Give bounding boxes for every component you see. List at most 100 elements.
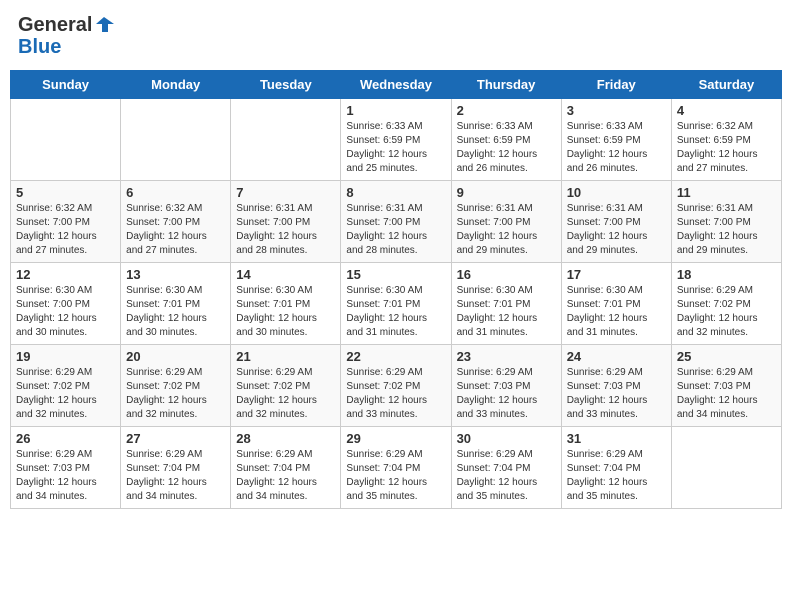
day-number: 2 — [457, 103, 556, 118]
day-info: Sunrise: 6:29 AM Sunset: 7:04 PM Dayligh… — [236, 448, 335, 504]
calendar-cell: 2 Sunrise: 6:33 AM Sunset: 6:59 PM Daylig… — [451, 99, 561, 181]
day-number: 1 — [346, 103, 445, 118]
calendar-cell: 17 Sunrise: 6:30 AM Sunset: 7:01 PM Dayli… — [561, 263, 671, 345]
weekday-header-saturday: Saturday — [671, 71, 781, 99]
day-number: 31 — [567, 431, 666, 446]
day-info: Sunrise: 6:33 AM Sunset: 6:59 PM Dayligh… — [457, 120, 556, 176]
logo-general: General — [18, 14, 92, 36]
day-info: Sunrise: 6:31 AM Sunset: 7:00 PM Dayligh… — [236, 202, 335, 258]
calendar-cell — [231, 99, 341, 181]
day-number: 20 — [126, 349, 225, 364]
day-info: Sunrise: 6:29 AM Sunset: 7:04 PM Dayligh… — [346, 448, 445, 504]
calendar-cell: 8 Sunrise: 6:31 AM Sunset: 7:00 PM Daylig… — [341, 181, 451, 263]
calendar-cell: 1 Sunrise: 6:33 AM Sunset: 6:59 PM Daylig… — [341, 99, 451, 181]
day-number: 5 — [16, 185, 115, 200]
calendar-cell: 15 Sunrise: 6:30 AM Sunset: 7:01 PM Dayli… — [341, 263, 451, 345]
day-number: 8 — [346, 185, 445, 200]
weekday-header-wednesday: Wednesday — [341, 71, 451, 99]
logo-text: General Blue — [18, 14, 116, 58]
day-info: Sunrise: 6:29 AM Sunset: 7:02 PM Dayligh… — [677, 284, 776, 340]
weekday-header-thursday: Thursday — [451, 71, 561, 99]
calendar-cell: 20 Sunrise: 6:29 AM Sunset: 7:02 PM Dayli… — [121, 345, 231, 427]
day-info: Sunrise: 6:33 AM Sunset: 6:59 PM Dayligh… — [346, 120, 445, 176]
calendar-cell: 25 Sunrise: 6:29 AM Sunset: 7:03 PM Dayli… — [671, 345, 781, 427]
day-info: Sunrise: 6:29 AM Sunset: 7:03 PM Dayligh… — [677, 366, 776, 422]
calendar-cell — [121, 99, 231, 181]
day-number: 14 — [236, 267, 335, 282]
day-number: 15 — [346, 267, 445, 282]
calendar-cell: 11 Sunrise: 6:31 AM Sunset: 7:00 PM Dayli… — [671, 181, 781, 263]
day-info: Sunrise: 6:29 AM Sunset: 7:02 PM Dayligh… — [16, 366, 115, 422]
calendar-cell: 10Sunrise: 6:31 AM Sunset: 7:00 PM Dayli… — [561, 181, 671, 263]
logo-blue: Blue — [18, 36, 61, 58]
calendar-cell: 27 Sunrise: 6:29 AM Sunset: 7:04 PM Dayli… — [121, 427, 231, 509]
calendar-cell: 14 Sunrise: 6:30 AM Sunset: 7:01 PM Dayli… — [231, 263, 341, 345]
day-info: Sunrise: 6:32 AM Sunset: 7:00 PM Dayligh… — [126, 202, 225, 258]
calendar-cell — [671, 427, 781, 509]
calendar-cell: 28 Sunrise: 6:29 AM Sunset: 7:04 PM Dayli… — [231, 427, 341, 509]
weekday-header-friday: Friday — [561, 71, 671, 99]
calendar-cell: 13 Sunrise: 6:30 AM Sunset: 7:01 PM Dayli… — [121, 263, 231, 345]
calendar-week-row: 1 Sunrise: 6:33 AM Sunset: 6:59 PM Daylig… — [11, 99, 782, 181]
calendar-week-row: 26 Sunrise: 6:29 AM Sunset: 7:03 PM Dayli… — [11, 427, 782, 509]
day-info: Sunrise: 6:31 AM Sunset: 7:00 PM Dayligh… — [567, 202, 666, 258]
day-info: Sunrise: 6:29 AM Sunset: 7:03 PM Dayligh… — [16, 448, 115, 504]
calendar-cell: 30 Sunrise: 6:29 AM Sunset: 7:04 PM Dayli… — [451, 427, 561, 509]
calendar-cell: 26 Sunrise: 6:29 AM Sunset: 7:03 PM Dayli… — [11, 427, 121, 509]
day-info: Sunrise: 6:31 AM Sunset: 7:00 PM Dayligh… — [346, 202, 445, 258]
calendar-cell: 24 Sunrise: 6:29 AM Sunset: 7:03 PM Dayli… — [561, 345, 671, 427]
day-number: 17 — [567, 267, 666, 282]
day-info: Sunrise: 6:29 AM Sunset: 7:04 PM Dayligh… — [567, 448, 666, 504]
page-header: General Blue — [10, 10, 782, 62]
day-info: Sunrise: 6:30 AM Sunset: 7:01 PM Dayligh… — [126, 284, 225, 340]
day-info: Sunrise: 6:30 AM Sunset: 7:01 PM Dayligh… — [346, 284, 445, 340]
calendar-cell: 22Sunrise: 6:29 AM Sunset: 7:02 PM Dayli… — [341, 345, 451, 427]
day-info: Sunrise: 6:32 AM Sunset: 7:00 PM Dayligh… — [16, 202, 115, 258]
calendar-cell: 9Sunrise: 6:31 AM Sunset: 7:00 PM Daylig… — [451, 181, 561, 263]
weekday-header-tuesday: Tuesday — [231, 71, 341, 99]
calendar-cell: 12 Sunrise: 6:30 AM Sunset: 7:00 PM Dayli… — [11, 263, 121, 345]
day-number: 30 — [457, 431, 556, 446]
day-info: Sunrise: 6:30 AM Sunset: 7:00 PM Dayligh… — [16, 284, 115, 340]
calendar-cell: 19Sunrise: 6:29 AM Sunset: 7:02 PM Dayli… — [11, 345, 121, 427]
calendar-table: SundayMondayTuesdayWednesdayThursdayFrid… — [10, 70, 782, 509]
day-number: 26 — [16, 431, 115, 446]
day-number: 22 — [346, 349, 445, 364]
weekday-header-monday: Monday — [121, 71, 231, 99]
calendar-cell: 21Sunrise: 6:29 AM Sunset: 7:02 PM Dayli… — [231, 345, 341, 427]
day-number: 4 — [677, 103, 776, 118]
calendar-cell: 7Sunrise: 6:31 AM Sunset: 7:00 PM Daylig… — [231, 181, 341, 263]
day-number: 11 — [677, 185, 776, 200]
day-number: 13 — [126, 267, 225, 282]
day-info: Sunrise: 6:29 AM Sunset: 7:03 PM Dayligh… — [457, 366, 556, 422]
day-info: Sunrise: 6:29 AM Sunset: 7:04 PM Dayligh… — [126, 448, 225, 504]
day-info: Sunrise: 6:30 AM Sunset: 7:01 PM Dayligh… — [567, 284, 666, 340]
day-number: 12 — [16, 267, 115, 282]
calendar-week-row: 12 Sunrise: 6:30 AM Sunset: 7:00 PM Dayli… — [11, 263, 782, 345]
day-number: 18 — [677, 267, 776, 282]
calendar-cell: 5 Sunrise: 6:32 AM Sunset: 7:00 PM Daylig… — [11, 181, 121, 263]
day-info: Sunrise: 6:30 AM Sunset: 7:01 PM Dayligh… — [236, 284, 335, 340]
day-info: Sunrise: 6:29 AM Sunset: 7:03 PM Dayligh… — [567, 366, 666, 422]
day-number: 23 — [457, 349, 556, 364]
day-number: 9 — [457, 185, 556, 200]
day-info: Sunrise: 6:29 AM Sunset: 7:04 PM Dayligh… — [457, 448, 556, 504]
day-info: Sunrise: 6:29 AM Sunset: 7:02 PM Dayligh… — [236, 366, 335, 422]
calendar-week-row: 5 Sunrise: 6:32 AM Sunset: 7:00 PM Daylig… — [11, 181, 782, 263]
day-number: 27 — [126, 431, 225, 446]
day-info: Sunrise: 6:30 AM Sunset: 7:01 PM Dayligh… — [457, 284, 556, 340]
day-number: 16 — [457, 267, 556, 282]
calendar-week-row: 19Sunrise: 6:29 AM Sunset: 7:02 PM Dayli… — [11, 345, 782, 427]
day-number: 28 — [236, 431, 335, 446]
calendar-cell: 18 Sunrise: 6:29 AM Sunset: 7:02 PM Dayli… — [671, 263, 781, 345]
logo-arrow-icon — [94, 14, 116, 36]
day-number: 24 — [567, 349, 666, 364]
day-number: 6 — [126, 185, 225, 200]
day-info: Sunrise: 6:31 AM Sunset: 7:00 PM Dayligh… — [677, 202, 776, 258]
calendar-cell: 3Sunrise: 6:33 AM Sunset: 6:59 PM Daylig… — [561, 99, 671, 181]
day-info: Sunrise: 6:29 AM Sunset: 7:02 PM Dayligh… — [126, 366, 225, 422]
day-number: 29 — [346, 431, 445, 446]
day-number: 25 — [677, 349, 776, 364]
calendar-cell: 23 Sunrise: 6:29 AM Sunset: 7:03 PM Dayli… — [451, 345, 561, 427]
calendar-cell: 31 Sunrise: 6:29 AM Sunset: 7:04 PM Dayli… — [561, 427, 671, 509]
